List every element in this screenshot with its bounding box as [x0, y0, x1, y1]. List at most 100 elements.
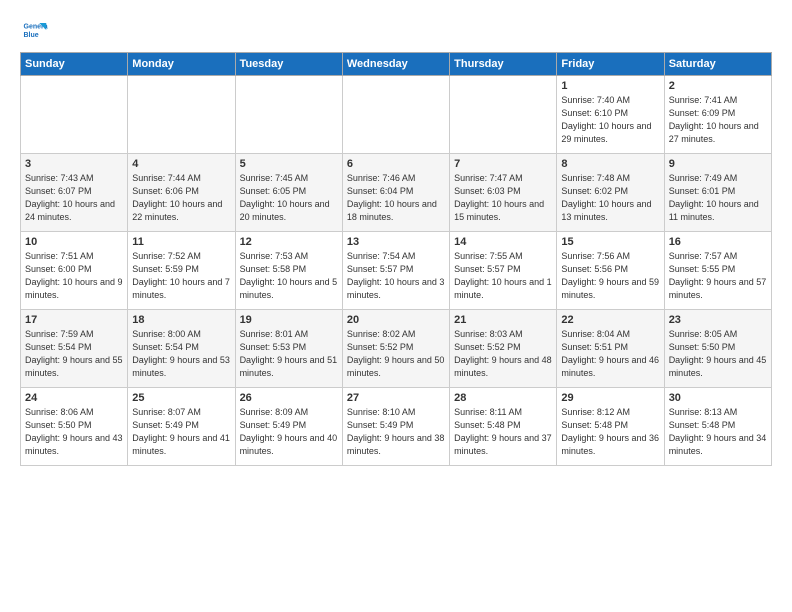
day-number: 23: [669, 314, 767, 326]
calendar-cell: [450, 76, 557, 154]
day-info: Sunrise: 8:02 AM Sunset: 5:52 PM Dayligh…: [347, 328, 445, 380]
calendar-cell: [342, 76, 449, 154]
calendar-week-1: 1 Sunrise: 7:40 AM Sunset: 6:10 PM Daylig…: [21, 76, 772, 154]
day-info: Sunrise: 8:07 AM Sunset: 5:49 PM Dayligh…: [132, 406, 230, 458]
day-number: 25: [132, 392, 230, 404]
calendar-cell: 16 Sunrise: 7:57 AM Sunset: 5:55 PM Dayli…: [664, 232, 771, 310]
weekday-header-thursday: Thursday: [450, 53, 557, 76]
calendar-cell: [235, 76, 342, 154]
weekday-header-monday: Monday: [128, 53, 235, 76]
calendar-cell: 17 Sunrise: 7:59 AM Sunset: 5:54 PM Dayli…: [21, 310, 128, 388]
day-number: 19: [240, 314, 338, 326]
calendar-cell: 14 Sunrise: 7:55 AM Sunset: 5:57 PM Dayli…: [450, 232, 557, 310]
day-number: 21: [454, 314, 552, 326]
calendar-cell: 9 Sunrise: 7:49 AM Sunset: 6:01 PM Daylig…: [664, 154, 771, 232]
day-info: Sunrise: 7:40 AM Sunset: 6:10 PM Dayligh…: [561, 94, 659, 146]
day-number: 17: [25, 314, 123, 326]
day-number: 22: [561, 314, 659, 326]
calendar-cell: 3 Sunrise: 7:43 AM Sunset: 6:07 PM Daylig…: [21, 154, 128, 232]
day-number: 4: [132, 158, 230, 170]
calendar-week-2: 3 Sunrise: 7:43 AM Sunset: 6:07 PM Daylig…: [21, 154, 772, 232]
calendar-cell: 28 Sunrise: 8:11 AM Sunset: 5:48 PM Dayli…: [450, 388, 557, 466]
day-info: Sunrise: 8:12 AM Sunset: 5:48 PM Dayligh…: [561, 406, 659, 458]
calendar-cell: 24 Sunrise: 8:06 AM Sunset: 5:50 PM Dayli…: [21, 388, 128, 466]
calendar-week-3: 10 Sunrise: 7:51 AM Sunset: 6:00 PM Dayli…: [21, 232, 772, 310]
day-number: 24: [25, 392, 123, 404]
calendar-cell: 4 Sunrise: 7:44 AM Sunset: 6:06 PM Daylig…: [128, 154, 235, 232]
day-number: 13: [347, 236, 445, 248]
day-number: 26: [240, 392, 338, 404]
calendar-cell: 13 Sunrise: 7:54 AM Sunset: 5:57 PM Dayli…: [342, 232, 449, 310]
day-info: Sunrise: 7:49 AM Sunset: 6:01 PM Dayligh…: [669, 172, 767, 224]
weekday-header-sunday: Sunday: [21, 53, 128, 76]
calendar-cell: 7 Sunrise: 7:47 AM Sunset: 6:03 PM Daylig…: [450, 154, 557, 232]
day-number: 12: [240, 236, 338, 248]
calendar-cell: 20 Sunrise: 8:02 AM Sunset: 5:52 PM Dayli…: [342, 310, 449, 388]
day-info: Sunrise: 8:05 AM Sunset: 5:50 PM Dayligh…: [669, 328, 767, 380]
day-info: Sunrise: 7:45 AM Sunset: 6:05 PM Dayligh…: [240, 172, 338, 224]
calendar-cell: 5Sunrise: 7:45 AM Sunset: 6:05 PM Daylig…: [235, 154, 342, 232]
day-number: 27: [347, 392, 445, 404]
day-info: Sunrise: 7:56 AM Sunset: 5:56 PM Dayligh…: [561, 250, 659, 302]
day-number: 15: [561, 236, 659, 248]
calendar-cell: 10 Sunrise: 7:51 AM Sunset: 6:00 PM Dayli…: [21, 232, 128, 310]
calendar-cell: 21 Sunrise: 8:03 AM Sunset: 5:52 PM Dayli…: [450, 310, 557, 388]
weekday-header-friday: Friday: [557, 53, 664, 76]
calendar-cell: 29 Sunrise: 8:12 AM Sunset: 5:48 PM Dayli…: [557, 388, 664, 466]
weekday-header-tuesday: Tuesday: [235, 53, 342, 76]
day-info: Sunrise: 7:57 AM Sunset: 5:55 PM Dayligh…: [669, 250, 767, 302]
calendar-cell: 12 Sunrise: 7:53 AM Sunset: 5:58 PM Dayli…: [235, 232, 342, 310]
calendar-cell: 8 Sunrise: 7:48 AM Sunset: 6:02 PM Daylig…: [557, 154, 664, 232]
weekday-header-row: SundayMondayTuesdayWednesdayThursdayFrid…: [21, 53, 772, 76]
svg-text:Blue: Blue: [24, 32, 39, 39]
weekday-header-saturday: Saturday: [664, 53, 771, 76]
calendar-cell: 27 Sunrise: 8:10 AM Sunset: 5:49 PM Dayli…: [342, 388, 449, 466]
day-info: Sunrise: 7:53 AM Sunset: 5:58 PM Dayligh…: [240, 250, 338, 302]
day-number: 20: [347, 314, 445, 326]
calendar-cell: 15 Sunrise: 7:56 AM Sunset: 5:56 PM Dayli…: [557, 232, 664, 310]
day-info: Sunrise: 8:04 AM Sunset: 5:51 PM Dayligh…: [561, 328, 659, 380]
day-info: Sunrise: 7:47 AM Sunset: 6:03 PM Dayligh…: [454, 172, 552, 224]
day-info: Sunrise: 7:48 AM Sunset: 6:02 PM Dayligh…: [561, 172, 659, 224]
day-number: 11: [132, 236, 230, 248]
day-number: 9: [669, 158, 767, 170]
day-info: Sunrise: 8:10 AM Sunset: 5:49 PM Dayligh…: [347, 406, 445, 458]
calendar-cell: 18 Sunrise: 8:00 AM Sunset: 5:54 PM Dayli…: [128, 310, 235, 388]
day-number: 3: [25, 158, 123, 170]
day-number: 29: [561, 392, 659, 404]
day-number: 14: [454, 236, 552, 248]
day-info: Sunrise: 8:03 AM Sunset: 5:52 PM Dayligh…: [454, 328, 552, 380]
logo: General Blue: [20, 16, 52, 44]
day-number: 18: [132, 314, 230, 326]
day-info: Sunrise: 7:44 AM Sunset: 6:06 PM Dayligh…: [132, 172, 230, 224]
day-number: 16: [669, 236, 767, 248]
calendar-week-4: 17 Sunrise: 7:59 AM Sunset: 5:54 PM Dayli…: [21, 310, 772, 388]
day-info: Sunrise: 8:00 AM Sunset: 5:54 PM Dayligh…: [132, 328, 230, 380]
calendar-cell: [128, 76, 235, 154]
calendar-cell: [21, 76, 128, 154]
day-info: Sunrise: 8:06 AM Sunset: 5:50 PM Dayligh…: [25, 406, 123, 458]
day-number: 28: [454, 392, 552, 404]
calendar-cell: 23 Sunrise: 8:05 AM Sunset: 5:50 PM Dayli…: [664, 310, 771, 388]
day-info: Sunrise: 7:54 AM Sunset: 5:57 PM Dayligh…: [347, 250, 445, 302]
day-info: Sunrise: 7:55 AM Sunset: 5:57 PM Dayligh…: [454, 250, 552, 302]
calendar-cell: 19Sunrise: 8:01 AM Sunset: 5:53 PM Dayli…: [235, 310, 342, 388]
calendar-cell: 22 Sunrise: 8:04 AM Sunset: 5:51 PM Dayli…: [557, 310, 664, 388]
day-number: 10: [25, 236, 123, 248]
day-number: 7: [454, 158, 552, 170]
day-number: 8: [561, 158, 659, 170]
calendar-cell: 30Sunrise: 8:13 AM Sunset: 5:48 PM Dayli…: [664, 388, 771, 466]
day-number: 30: [669, 392, 767, 404]
day-info: Sunrise: 8:11 AM Sunset: 5:48 PM Dayligh…: [454, 406, 552, 458]
day-info: Sunrise: 7:43 AM Sunset: 6:07 PM Dayligh…: [25, 172, 123, 224]
day-info: Sunrise: 7:41 AM Sunset: 6:09 PM Dayligh…: [669, 94, 767, 146]
calendar-cell: 11 Sunrise: 7:52 AM Sunset: 5:59 PM Dayli…: [128, 232, 235, 310]
calendar-week-5: 24 Sunrise: 8:06 AM Sunset: 5:50 PM Dayli…: [21, 388, 772, 466]
day-info: Sunrise: 7:59 AM Sunset: 5:54 PM Dayligh…: [25, 328, 123, 380]
calendar-cell: 6Sunrise: 7:46 AM Sunset: 6:04 PM Daylig…: [342, 154, 449, 232]
day-number: 1: [561, 80, 659, 92]
day-info: Sunrise: 7:52 AM Sunset: 5:59 PM Dayligh…: [132, 250, 230, 302]
day-number: 2: [669, 80, 767, 92]
day-info: Sunrise: 7:51 AM Sunset: 6:00 PM Dayligh…: [25, 250, 123, 302]
day-number: 6: [347, 158, 445, 170]
